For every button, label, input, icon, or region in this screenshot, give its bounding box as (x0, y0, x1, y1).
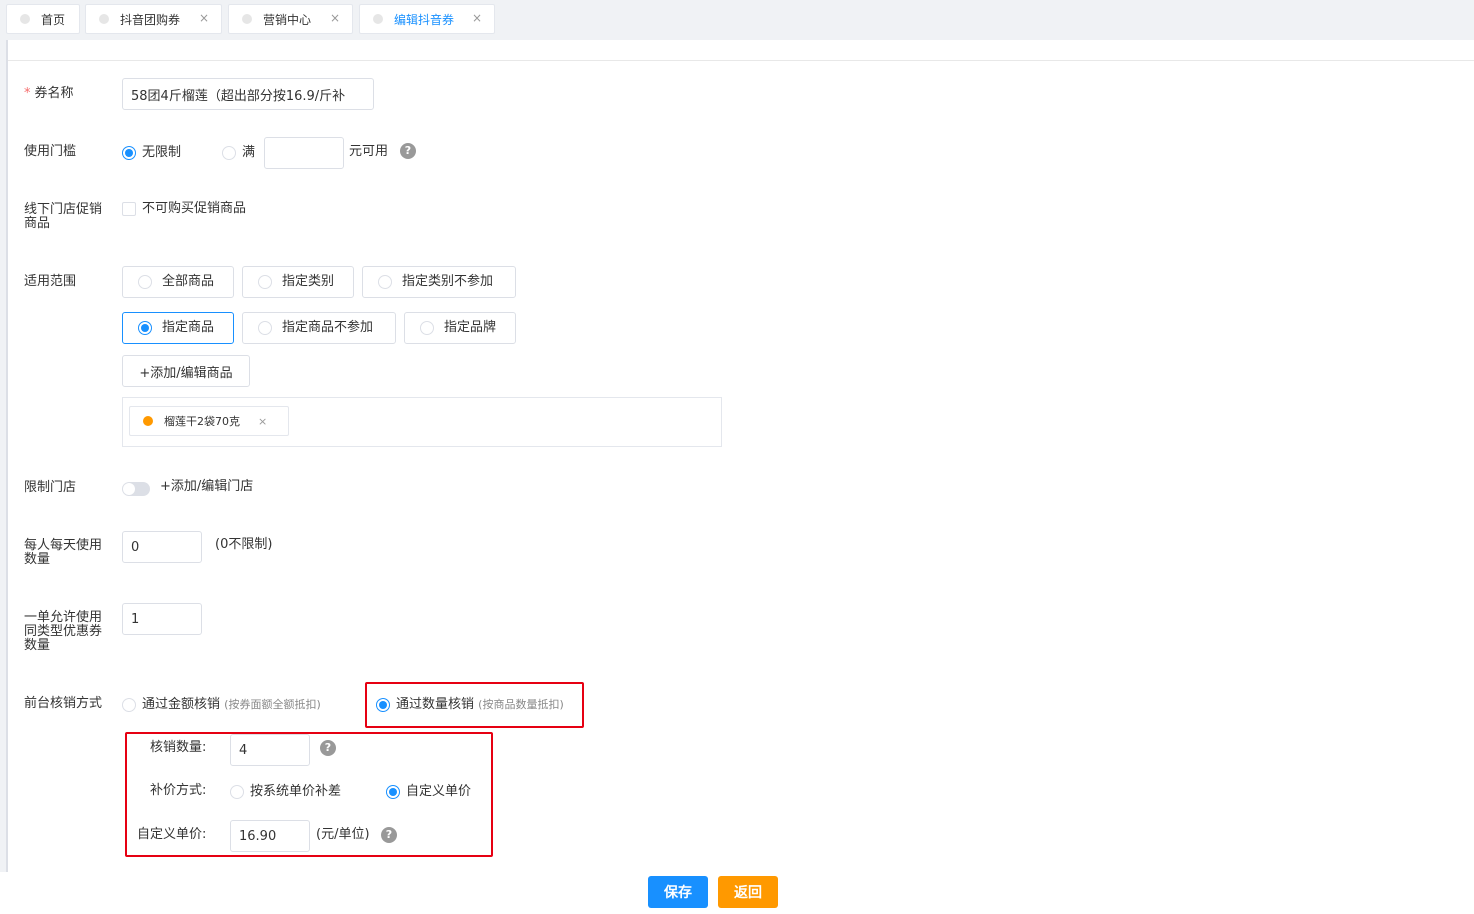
scope-all-goods[interactable]: 全部商品 (122, 266, 234, 298)
price-custom-text: 自定义单价 (406, 784, 472, 799)
goods-tag: 榴莲干2袋70克 × (129, 406, 289, 436)
required-mark: * (24, 86, 31, 101)
tab-home[interactable]: 首页 (6, 4, 80, 34)
radio-icon (378, 275, 392, 289)
tag-dot-icon (143, 416, 153, 426)
tag-text: 榴莲干2袋70克 (164, 415, 240, 428)
no-promo-goods-checkbox[interactable] (122, 202, 136, 216)
no-promo-goods-text: 不可购买促销商品 (142, 201, 247, 216)
scope-specific-goods[interactable]: 指定商品 (122, 312, 234, 344)
coupon-name-input[interactable]: 58团4斤榴莲（超出部分按16.9/斤补 (122, 78, 374, 110)
option-hint: (按券面额全额抵扣) (224, 698, 321, 711)
help-icon[interactable]: ? (400, 143, 416, 159)
radio-icon (258, 321, 272, 335)
daily-limit-label: 每人每天使用 数量 (24, 539, 102, 567)
option-text: 通过金额核销 (142, 697, 221, 712)
back-button[interactable]: 返回 (718, 876, 778, 908)
add-edit-store-link[interactable]: +添加/编辑门店 (160, 479, 253, 495)
price-mode-label: 补价方式: (150, 783, 207, 798)
option-text: 指定类别不参加 (402, 274, 494, 289)
order-limit-input[interactable]: 1 (122, 603, 202, 635)
label-line: 每人每天使用 (24, 538, 103, 553)
scope-goods-excluded[interactable]: 指定商品不参加 (242, 312, 396, 344)
tab-douyin-coupons[interactable]: 抖音团购券 × (85, 4, 222, 34)
option-text: 通过数量核销 (396, 697, 475, 712)
daily-limit-hint: (0不限制) (215, 537, 273, 552)
store-limit-label: 限制门店 (24, 480, 77, 495)
tab-dot-icon (20, 14, 30, 24)
price-custom-radio[interactable] (386, 785, 400, 799)
redeem-by-qty-radio[interactable] (376, 698, 390, 712)
custom-price-label: 自定义单价: (137, 827, 207, 842)
price-system-radio[interactable] (230, 785, 244, 799)
redeem-qty-input[interactable]: 4 (230, 734, 310, 766)
option-hint: (按商品数量抵扣) (478, 698, 564, 711)
custom-price-unit: (元/单位) (316, 827, 370, 842)
scope-category[interactable]: 指定类别 (242, 266, 354, 298)
option-text: 指定品牌 (444, 320, 497, 335)
help-icon[interactable]: ? (320, 740, 336, 756)
scope-brand[interactable]: 指定品牌 (404, 312, 516, 344)
edit-coupon-form: * 券名称 58团4斤榴莲（超出部分按16.9/斤补 使用门槛 无限制 满 元可用… (6, 40, 1474, 872)
label-line: 数量 (24, 552, 51, 567)
threshold-amount-input[interactable] (264, 137, 344, 169)
tab-edit-douyin-coupon[interactable]: 编辑抖音券 × (359, 4, 495, 34)
add-edit-goods-button[interactable]: +添加/编辑商品 (122, 355, 250, 387)
tab-bar: 首页 抖音团购券 × 营销中心 × 编辑抖音券 × (0, 0, 1474, 40)
label-line: 商品 (24, 216, 51, 231)
option-text: 指定商品不参加 (282, 320, 374, 335)
close-icon[interactable]: × (330, 11, 340, 25)
store-limit-switch[interactable] (122, 482, 150, 496)
label-line: 同类型优惠券 (24, 624, 103, 639)
price-system-text: 按系统单价补差 (250, 784, 342, 799)
threshold-full-radio[interactable] (222, 146, 236, 160)
tab-dot-icon (99, 14, 109, 24)
threshold-suffix: 元可用 (349, 144, 389, 159)
tab-dot-icon (373, 14, 383, 24)
redeem-by-amount-text: 通过金额核销 (按券面额全额抵扣) (142, 697, 321, 713)
threshold-full-text: 满 (242, 145, 256, 160)
redeem-method-label: 前台核销方式 (24, 696, 103, 711)
option-text: 指定类别 (282, 274, 335, 289)
label-line: 一单允许使用 (24, 610, 103, 625)
option-text: 指定商品 (162, 320, 215, 335)
coupon-name-label: * 券名称 (24, 87, 74, 101)
close-icon[interactable]: × (199, 11, 209, 25)
radio-icon (138, 275, 152, 289)
help-icon[interactable]: ? (381, 827, 397, 843)
tab-label: 首页 (41, 12, 66, 27)
footer-bar: 保存 返回 (0, 872, 1474, 914)
daily-limit-input[interactable]: 0 (122, 531, 202, 563)
tab-dot-icon (242, 14, 252, 24)
radio-icon (420, 321, 434, 335)
redeem-qty-label: 核销数量: (150, 740, 207, 755)
divider (8, 60, 1474, 61)
offline-promo-label: 线下门店促销 商品 (24, 203, 102, 231)
tab-label: 营销中心 (263, 12, 312, 27)
tab-marketing-center[interactable]: 营销中心 × (228, 4, 353, 34)
label-line: 数量 (24, 638, 51, 653)
tab-label: 抖音团购券 (120, 12, 181, 27)
label-line: 线下门店促销 (24, 202, 103, 217)
label-text: 券名称 (34, 86, 74, 101)
close-icon[interactable]: × (258, 415, 267, 428)
custom-price-input[interactable]: 16.90 (230, 820, 310, 852)
save-button[interactable]: 保存 (648, 876, 708, 908)
threshold-unlimited-radio[interactable] (122, 146, 136, 160)
radio-icon (258, 275, 272, 289)
threshold-unlimited-text: 无限制 (142, 145, 182, 160)
order-limit-label: 一单允许使用 同类型优惠券 数量 (24, 611, 102, 653)
radio-icon (138, 321, 152, 335)
redeem-by-amount-radio[interactable] (122, 698, 136, 712)
selected-goods-box: 榴莲干2袋70克 × (122, 397, 722, 447)
threshold-label: 使用门槛 (24, 144, 77, 159)
tab-label: 编辑抖音券 (394, 12, 455, 27)
close-icon[interactable]: × (472, 11, 482, 25)
redeem-by-qty-text: 通过数量核销 (按商品数量抵扣) (396, 697, 564, 713)
scope-label: 适用范围 (24, 274, 77, 289)
scope-category-excluded[interactable]: 指定类别不参加 (362, 266, 516, 298)
option-text: 全部商品 (162, 274, 215, 289)
